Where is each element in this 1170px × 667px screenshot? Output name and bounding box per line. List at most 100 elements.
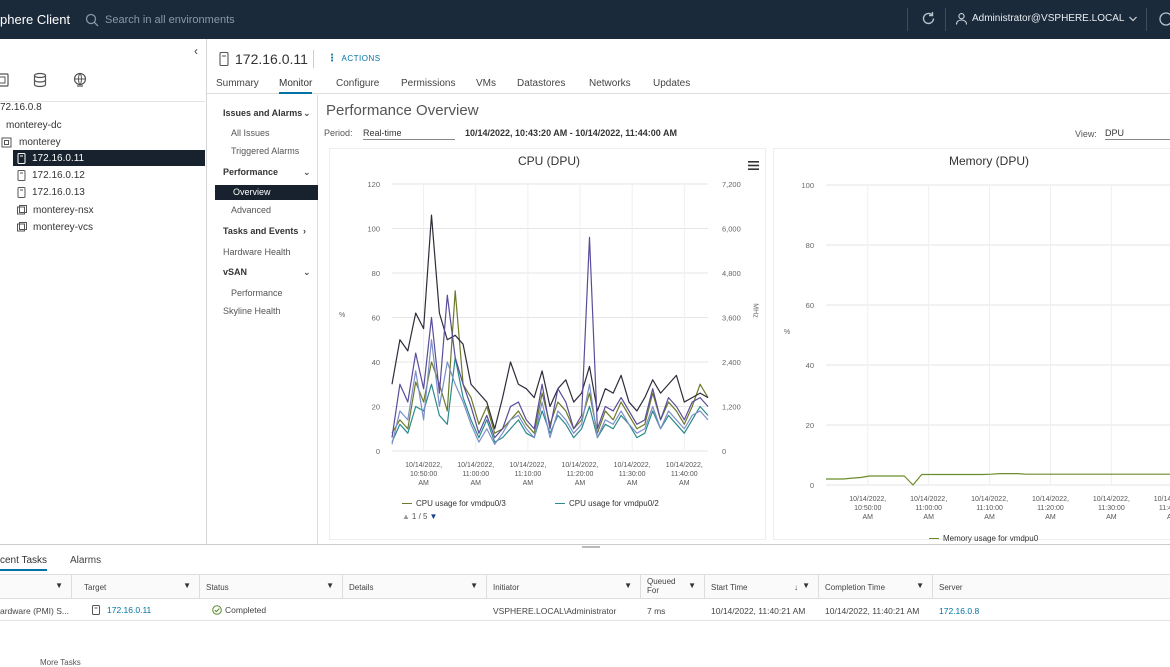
tab-datastores[interactable]: Datastores — [517, 78, 565, 94]
y2-tick-label: 6,000 — [722, 225, 741, 234]
column-header-status[interactable]: Status ▼ — [200, 575, 343, 599]
series-line-0[interactable] — [826, 473, 1170, 486]
user-menu[interactable]: Administrator@VSPHERE.LOCAL — [955, 12, 1142, 25]
help-button[interactable] — [1158, 11, 1170, 32]
section-performance[interactable]: Performance ⌄ — [223, 167, 311, 177]
view-select[interactable]: DPU — [1105, 128, 1170, 140]
nav-hardware-health[interactable]: Hardware Health — [223, 247, 291, 257]
section-issues-alarms[interactable]: Issues and Alarms ⌄ — [223, 108, 311, 118]
nav-all-issues[interactable]: All Issues — [231, 128, 270, 138]
hosts-clusters-view-icon[interactable] — [0, 72, 10, 93]
legend-next-icon[interactable]: ▼ — [430, 512, 438, 521]
tab-monitor[interactable]: Monitor — [279, 78, 313, 94]
tree-item-vcenter[interactable]: 72.16.0.8 — [0, 99, 42, 115]
tree-item-datacenter[interactable]: monterey-dc — [6, 117, 62, 133]
tab-configure[interactable]: Configure — [336, 78, 379, 94]
cell-queued: 7 ms — [647, 606, 666, 616]
chevron-down-icon: ⌄ — [303, 267, 311, 277]
nav-vsan-performance[interactable]: Performance — [231, 288, 283, 298]
tab-permissions[interactable]: Permissions — [401, 78, 455, 94]
x-tick-label: 10/14/2022, — [971, 496, 1008, 503]
nav-advanced[interactable]: Advanced — [231, 205, 271, 215]
tree-item-host-selected[interactable]: 172.16.0.11 — [13, 150, 205, 166]
tab-vms[interactable]: VMs — [476, 78, 496, 94]
actions-menu-button[interactable]: ⋮ ACTIONS — [327, 53, 381, 64]
legend-item[interactable]: CPU usage for vmdpu0/2 — [555, 499, 659, 508]
column-header-completion-time[interactable]: Completion Time ▼ — [819, 575, 933, 599]
column-header-queued[interactable]: Queued For ▼ — [641, 575, 705, 599]
collapse-panel-button[interactable]: ‹ — [194, 44, 198, 58]
x-tick-label: 11:20:00 — [567, 471, 594, 478]
sort-desc-icon[interactable]: ↓ — [794, 583, 798, 592]
tree-item-label: monterey — [19, 136, 61, 148]
resize-handle[interactable] — [582, 546, 600, 548]
tab-updates[interactable]: Updates — [653, 78, 690, 94]
series-line-3[interactable] — [391, 236, 709, 439]
title-separator — [313, 50, 314, 68]
legend-prev-icon[interactable]: ▲ — [402, 512, 410, 521]
view-label: View: — [1075, 129, 1097, 139]
legend-item[interactable]: CPU usage for vmdpu0/3 — [402, 499, 506, 508]
filter-icon[interactable]: ▼ — [916, 581, 924, 590]
nav-skyline-health[interactable]: Skyline Health — [223, 306, 281, 316]
monitor-sidebar: Issues and Alarms ⌄ All Issues Triggered … — [207, 95, 318, 544]
y2-tick-label: 2,400 — [722, 358, 741, 367]
column-header-details[interactable]: Details ▼ — [343, 575, 487, 599]
period-select[interactable]: Real-time — [363, 128, 455, 140]
app-title[interactable]: phere Client — [0, 12, 70, 27]
object-title-text: 172.16.0.11 — [235, 51, 308, 67]
tree-item-vm[interactable]: monterey-nsx — [17, 202, 94, 218]
cell-details — [343, 600, 487, 620]
legend-swatch — [555, 502, 565, 505]
table-row[interactable]: ardware (PMI) S... 172.16.0.11 Completed… — [0, 600, 1170, 621]
storage-view-icon[interactable] — [33, 72, 47, 93]
filter-icon[interactable]: ▼ — [470, 581, 478, 590]
x-tick-label: 10/14/2022, — [614, 462, 651, 469]
column-header-target[interactable]: Target ▼ — [72, 575, 200, 599]
cell-status: Completed — [206, 600, 343, 620]
tab-recent-tasks[interactable]: cent Tasks — [0, 555, 48, 571]
page-title: Performance Overview — [326, 102, 479, 119]
tree-item-host[interactable]: 172.16.0.12 — [17, 167, 85, 183]
filter-icon[interactable]: ▼ — [183, 581, 191, 590]
nav-overview[interactable]: Overview — [215, 185, 318, 200]
filter-icon[interactable]: ▼ — [688, 581, 696, 590]
global-search[interactable]: Search in all environments — [85, 11, 235, 29]
tab-alarms[interactable]: Alarms — [70, 555, 101, 566]
legend-item[interactable]: Memory usage for vmdpu0 — [929, 534, 1038, 543]
more-vertical-icon: ⋮ — [327, 53, 338, 64]
series-line-2[interactable] — [391, 214, 709, 430]
section-vsan[interactable]: vSAN ⌄ — [223, 267, 311, 277]
filter-icon[interactable]: ▼ — [624, 581, 632, 590]
x-tick-label: 11:40:00 — [671, 471, 698, 478]
column-header-initiator[interactable]: Initiator ▼ — [487, 575, 641, 599]
cell-server[interactable]: 172.16.0.8 — [933, 600, 1053, 620]
filter-icon[interactable]: ▼ — [802, 581, 810, 590]
tree-item-label: 72.16.0.8 — [0, 101, 42, 113]
tab-summary[interactable]: Summary — [216, 78, 259, 94]
filter-icon[interactable]: ▼ — [326, 581, 334, 590]
x-tick-label: 10/14/2022, — [1154, 496, 1170, 503]
y-tick-label: 20 — [372, 403, 380, 412]
tree-item-cluster[interactable]: monterey — [0, 134, 61, 150]
tree-item-vm[interactable]: monterey-vcs — [17, 219, 93, 235]
x-tick-label: 11:00:00 — [462, 471, 489, 478]
column-header-start-time[interactable]: Start Time ↓ ▼ — [705, 575, 819, 599]
tree-item-host[interactable]: 172.16.0.13 — [17, 184, 85, 200]
section-tasks-events[interactable]: Tasks and Events › — [223, 226, 306, 236]
cell-target[interactable]: 172.16.0.11 — [86, 600, 200, 620]
networking-view-icon[interactable] — [72, 72, 88, 93]
chevron-right-icon: › — [303, 226, 306, 236]
object-tabs: Summary Monitor Configure Permissions VM… — [207, 77, 1170, 94]
cell-start-time: 10/14/2022, 11:40:21 AM — [711, 606, 806, 616]
tab-networks[interactable]: Networks — [589, 78, 631, 94]
x-tick-label: AM — [1106, 514, 1117, 521]
y-tick-label: 60 — [806, 301, 814, 310]
filter-icon[interactable]: ▼ — [55, 581, 63, 590]
nav-triggered-alarms[interactable]: Triggered Alarms — [231, 146, 299, 156]
y-tick-label: 20 — [806, 421, 814, 430]
column-header-task[interactable]: ▼ — [0, 575, 72, 599]
refresh-button[interactable] — [920, 10, 937, 32]
series-line-1[interactable] — [391, 356, 709, 443]
column-header-server[interactable]: Server — [933, 575, 1170, 599]
